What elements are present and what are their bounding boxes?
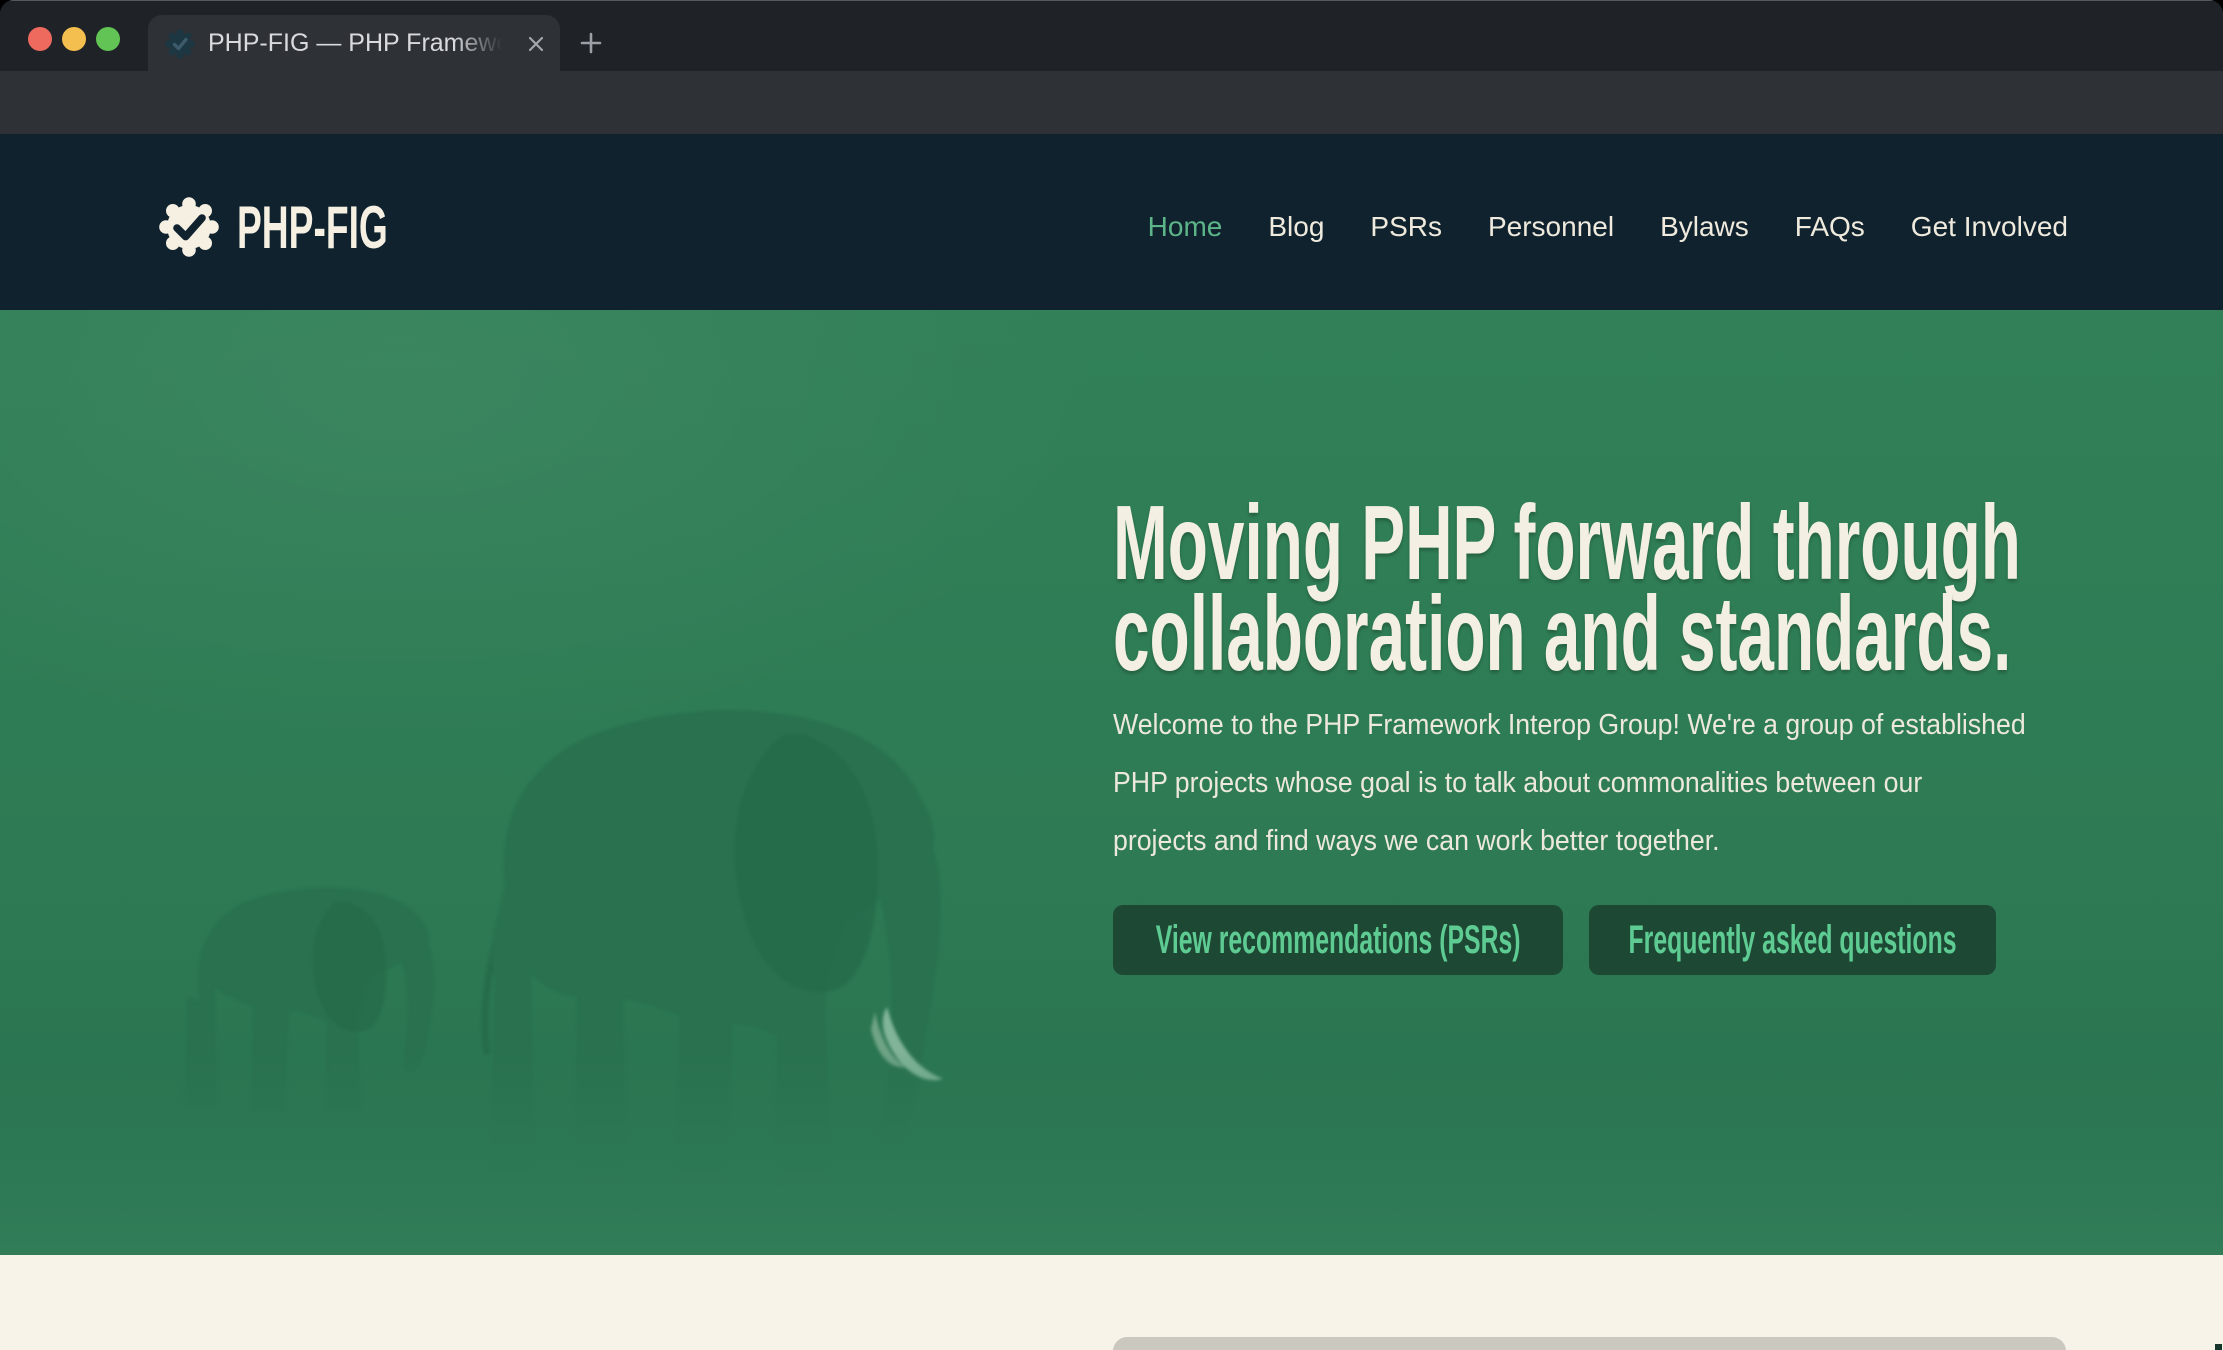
close-window-button[interactable] bbox=[28, 27, 52, 51]
minimize-window-button[interactable] bbox=[62, 27, 86, 51]
logo-text: PHP-FIG bbox=[237, 193, 298, 262]
window-controls bbox=[28, 27, 120, 51]
view-recommendations-label: View recommendations (PSRs) bbox=[1156, 918, 1521, 963]
hero-paragraph-line2: PHP projects whose goal is to talk about… bbox=[1113, 754, 2026, 812]
zoom-window-button[interactable] bbox=[96, 27, 120, 51]
site-header: PHP-FIG Home Blog PSRs Personnel Bylaws … bbox=[0, 134, 2223, 310]
view-recommendations-button[interactable]: View recommendations (PSRs) bbox=[1113, 905, 1563, 975]
tab-title: PHP-FIG — PHP Framework Int bbox=[208, 15, 508, 72]
faq-button-label: Frequently asked questions bbox=[1629, 918, 1957, 963]
hero-heading-line2: collaboration and standards. bbox=[1113, 589, 2021, 680]
tab-strip: PHP-FIG — PHP Framework Int bbox=[0, 0, 2223, 71]
next-section bbox=[0, 1255, 2223, 1350]
browser-tab[interactable]: PHP-FIG — PHP Framework Int bbox=[148, 15, 560, 72]
hero-paragraph-line1: Welcome to the PHP Framework Interop Gro… bbox=[1113, 696, 2026, 754]
hero-heading: Moving PHP forward through collaboration… bbox=[1113, 498, 2223, 680]
nav-item-psrs[interactable]: PSRs bbox=[1370, 211, 1442, 243]
hero-section: Moving PHP forward through collaboration… bbox=[0, 310, 2223, 1255]
browser-window: PHP-FIG — PHP Framework Int bbox=[0, 0, 2223, 1350]
hero-paragraph-line3: projects and find ways we can work bette… bbox=[1113, 812, 2026, 870]
browser-toolbar: https://www.php-fig.org bbox=[0, 71, 2223, 134]
content-card-peek bbox=[1113, 1337, 2066, 1350]
nav-item-home[interactable]: Home bbox=[1148, 211, 1223, 243]
nav-item-personnel[interactable]: Personnel bbox=[1488, 211, 1614, 243]
main-nav: Home Blog PSRs Personnel Bylaws FAQs Get… bbox=[1148, 211, 2068, 243]
hero-buttons: View recommendations (PSRs) Frequently a… bbox=[1113, 905, 1996, 975]
nav-item-get-involved[interactable]: Get Involved bbox=[1911, 211, 2068, 243]
tab-close-icon[interactable] bbox=[522, 30, 550, 58]
site-logo[interactable]: PHP-FIG bbox=[157, 193, 335, 262]
corner-image-edge bbox=[2215, 1344, 2222, 1350]
nav-item-faqs[interactable]: FAQs bbox=[1795, 211, 1865, 243]
faq-button[interactable]: Frequently asked questions bbox=[1589, 905, 1996, 975]
nav-item-bylaws[interactable]: Bylaws bbox=[1660, 211, 1749, 243]
site-favicon-icon bbox=[164, 28, 196, 60]
nav-item-blog[interactable]: Blog bbox=[1268, 211, 1324, 243]
badge-check-icon bbox=[157, 195, 221, 259]
hero-content: Moving PHP forward through collaboration… bbox=[1113, 310, 2113, 1255]
hero-paragraph: Welcome to the PHP Framework Interop Gro… bbox=[1113, 696, 2105, 870]
new-tab-button[interactable] bbox=[577, 29, 605, 57]
